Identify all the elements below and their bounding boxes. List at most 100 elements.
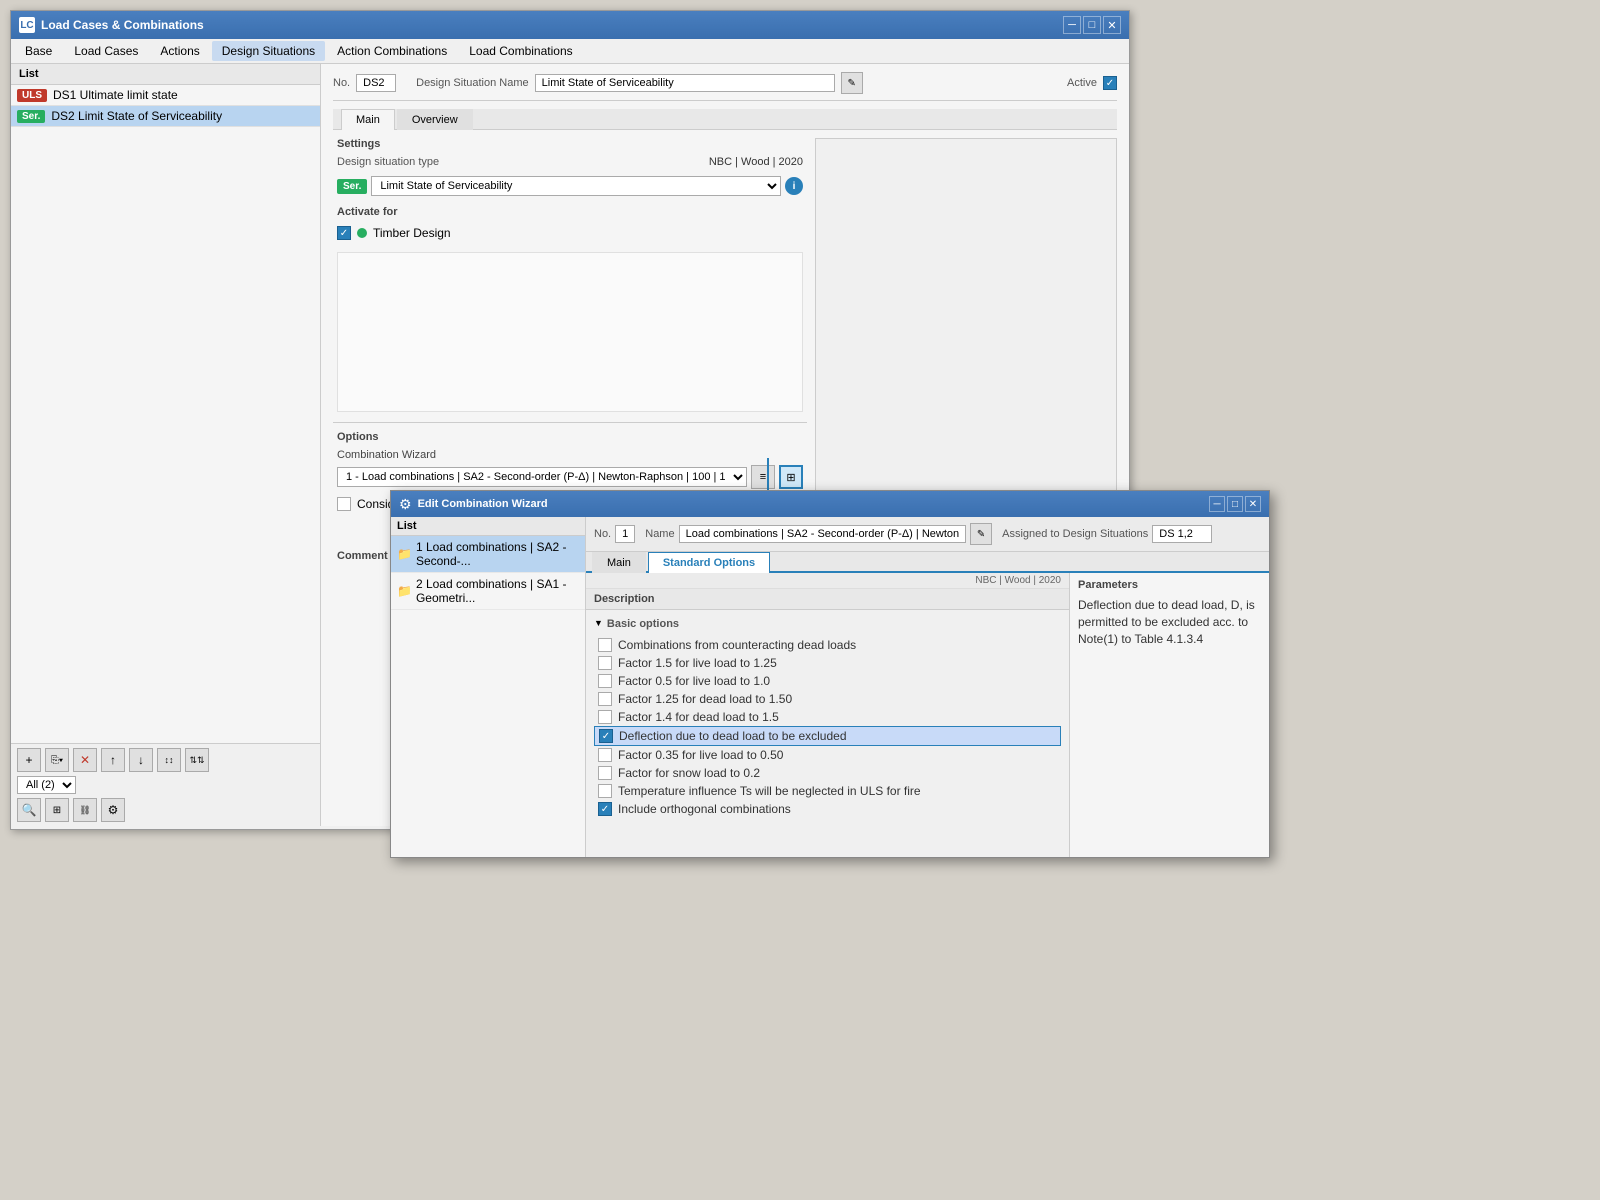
opt8-checkbox[interactable] bbox=[598, 766, 612, 780]
active-label: Active bbox=[1067, 77, 1097, 89]
title-controls: ─ □ ✕ bbox=[1063, 16, 1121, 34]
filter-button[interactable]: ⛓ bbox=[73, 798, 97, 822]
empty-area bbox=[337, 252, 803, 412]
add-button[interactable]: + bbox=[17, 748, 41, 772]
dialog-list-header: List bbox=[391, 517, 585, 536]
active-checkbox[interactable]: ✓ bbox=[1103, 76, 1117, 90]
delete-button[interactable]: ✕ bbox=[73, 748, 97, 772]
dialog-assigned-value: DS 1,2 bbox=[1152, 525, 1212, 543]
table-view-button[interactable]: ⊞ bbox=[45, 798, 69, 822]
wizard-select[interactable]: 1 - Load combinations | SA2 - Second-ord… bbox=[337, 467, 747, 487]
move-up-button[interactable]: ↑ bbox=[101, 748, 125, 772]
opt4-label: Factor 1.25 for dead load to 1.50 bbox=[618, 692, 792, 706]
opt9-checkbox[interactable] bbox=[598, 784, 612, 798]
dialog-assigned-field: Assigned to Design Situations DS 1,2 bbox=[1002, 525, 1212, 543]
inclusive-checkbox[interactable] bbox=[337, 497, 351, 511]
list-item-ds2[interactable]: Ser. DS2 Limit State of Serviceability bbox=[11, 106, 320, 127]
copy-button[interactable]: ⎘▾ bbox=[45, 748, 69, 772]
menu-action-combinations[interactable]: Action Combinations bbox=[327, 41, 457, 61]
activate-title: Activate for bbox=[337, 206, 803, 218]
opt4-checkbox[interactable] bbox=[598, 692, 612, 706]
std-option-row-2[interactable]: Factor 1.5 for live load to 1.25 bbox=[594, 654, 1061, 672]
dialog-name-edit-button[interactable]: ✎ bbox=[970, 523, 992, 545]
dialog-no-field: No. 1 bbox=[594, 525, 635, 543]
minimize-button[interactable]: ─ bbox=[1063, 16, 1081, 34]
std-option-row-3[interactable]: Factor 0.5 for live load to 1.0 bbox=[594, 672, 1061, 690]
std-option-row-6[interactable]: ✓ Deflection due to dead load to be excl… bbox=[594, 726, 1061, 746]
dialog-name-value[interactable]: Load combinations | SA2 - Second-order (… bbox=[679, 525, 967, 543]
std-option-row-7[interactable]: Factor 0.35 for live load to 0.50 bbox=[594, 746, 1061, 764]
opt9-label: Temperature influence Ts will be neglect… bbox=[618, 784, 921, 798]
combo-wizard-row: 1 - Load combinations | SA2 - Second-ord… bbox=[337, 465, 803, 489]
active-checkmark: ✓ bbox=[1106, 78, 1114, 89]
ds-name-value[interactable]: Limit State of Serviceability bbox=[535, 74, 835, 92]
dialog-name-label: Name bbox=[645, 528, 674, 540]
info-button[interactable]: i bbox=[785, 177, 803, 195]
dialog-title-bar: ⚙ Edit Combination Wizard ─ □ ✕ bbox=[391, 491, 1269, 517]
dialog-controls: ─ □ ✕ bbox=[1209, 496, 1261, 512]
menu-bar: Base Load Cases Actions Design Situation… bbox=[11, 39, 1129, 64]
std-option-row-9[interactable]: Temperature influence Ts will be neglect… bbox=[594, 782, 1061, 800]
nbc-header: NBC | Wood | 2020 bbox=[586, 573, 1069, 589]
menu-load-cases[interactable]: Load Cases bbox=[64, 41, 148, 61]
dialog-minimize-button[interactable]: ─ bbox=[1209, 496, 1225, 512]
dialog-tab-main[interactable]: Main bbox=[592, 552, 646, 573]
opt5-checkbox[interactable] bbox=[598, 710, 612, 724]
std-option-row-8[interactable]: Factor for snow load to 0.2 bbox=[594, 764, 1061, 782]
settings-button[interactable]: ⚙ bbox=[101, 798, 125, 822]
settings-dropdown[interactable]: Limit State of Serviceability bbox=[371, 176, 781, 196]
dialog-list-item-1[interactable]: 📁 1 Load combinations | SA2 - Second-... bbox=[391, 536, 585, 573]
dialog-right-panel: No. 1 Name Load combinations | SA2 - Sec… bbox=[586, 517, 1269, 857]
opt7-checkbox[interactable] bbox=[598, 748, 612, 762]
main-window-title: Load Cases & Combinations bbox=[41, 18, 204, 32]
opt10-checkbox[interactable]: ✓ bbox=[598, 802, 612, 816]
std-option-row-4[interactable]: Factor 1.25 for dead load to 1.50 bbox=[594, 690, 1061, 708]
maximize-button[interactable]: □ bbox=[1083, 16, 1101, 34]
opt10-label: Include orthogonal combinations bbox=[618, 802, 791, 816]
all-count-select[interactable]: All (2) bbox=[17, 776, 76, 794]
sort2-button[interactable]: ⇅⇅ bbox=[185, 748, 209, 772]
basic-options-header[interactable]: ▼ Basic options bbox=[594, 614, 1061, 632]
timber-checkbox-row: ✓ Timber Design bbox=[337, 224, 803, 242]
std-option-row-10[interactable]: ✓ Include orthogonal combinations bbox=[594, 800, 1061, 818]
toolbar-row-1: + ⎘▾ ✕ ↑ ↓ ↕↕ ⇅⇅ bbox=[17, 748, 314, 772]
opt6-checkbox[interactable]: ✓ bbox=[599, 729, 613, 743]
activate-section: Activate for ✓ Timber Design bbox=[333, 206, 807, 242]
move-down-button[interactable]: ↓ bbox=[129, 748, 153, 772]
dialog-maximize-button[interactable]: □ bbox=[1227, 496, 1243, 512]
opt1-checkbox[interactable] bbox=[598, 638, 612, 652]
timber-label: Timber Design bbox=[373, 226, 451, 240]
std-option-row-1[interactable]: Combinations from counteracting dead loa… bbox=[594, 636, 1061, 654]
dialog-header-row: No. 1 Name Load combinations | SA2 - Sec… bbox=[586, 517, 1269, 552]
inner-content: NBC | Wood | 2020 Description ▼ Basic op… bbox=[586, 573, 1069, 857]
ds-name-edit-button[interactable]: ✎ bbox=[841, 72, 863, 94]
sort-button[interactable]: ↕↕ bbox=[157, 748, 181, 772]
dialog-tab-standard-options[interactable]: Standard Options bbox=[648, 552, 770, 573]
opt2-checkbox[interactable] bbox=[598, 656, 612, 670]
dialog-left-panel: List 📁 1 Load combinations | SA2 - Secon… bbox=[391, 517, 586, 857]
search-button[interactable]: 🔍 bbox=[17, 798, 41, 822]
title-bar: LC Load Cases & Combinations ─ □ ✕ bbox=[11, 11, 1129, 39]
menu-actions[interactable]: Actions bbox=[150, 41, 209, 61]
opt3-checkbox[interactable] bbox=[598, 674, 612, 688]
ds-name-label: Design Situation Name bbox=[416, 77, 529, 89]
std-option-row-5[interactable]: Factor 1.4 for dead load to 1.5 bbox=[594, 708, 1061, 726]
menu-design-situations[interactable]: Design Situations bbox=[212, 41, 325, 61]
list-header: List bbox=[11, 64, 320, 85]
dialog-content: List 📁 1 Load combinations | SA2 - Secon… bbox=[391, 517, 1269, 857]
tab-overview[interactable]: Overview bbox=[397, 109, 473, 130]
menu-base[interactable]: Base bbox=[15, 41, 62, 61]
tab-main[interactable]: Main bbox=[341, 109, 395, 130]
opt7-label: Factor 0.35 for live load to 0.50 bbox=[618, 748, 783, 762]
dialog-close-button[interactable]: ✕ bbox=[1245, 496, 1261, 512]
std-options-body: ▼ Basic options Combinations from counte… bbox=[586, 610, 1069, 822]
no-label: No. bbox=[333, 77, 350, 89]
detail-header: No. DS2 Design Situation Name Limit Stat… bbox=[333, 72, 1117, 101]
dialog-list-item-2[interactable]: 📁 2 Load combinations | SA1 - Geometri..… bbox=[391, 573, 585, 610]
wizard-edit-button[interactable]: ⊞ bbox=[779, 465, 803, 489]
list-item-ds1[interactable]: ULS DS1 Ultimate limit state bbox=[11, 85, 320, 106]
toolbar-row-2: All (2) bbox=[17, 776, 314, 794]
timber-checkbox[interactable]: ✓ bbox=[337, 226, 351, 240]
close-window-button[interactable]: ✕ bbox=[1103, 16, 1121, 34]
menu-load-combinations[interactable]: Load Combinations bbox=[459, 41, 582, 61]
